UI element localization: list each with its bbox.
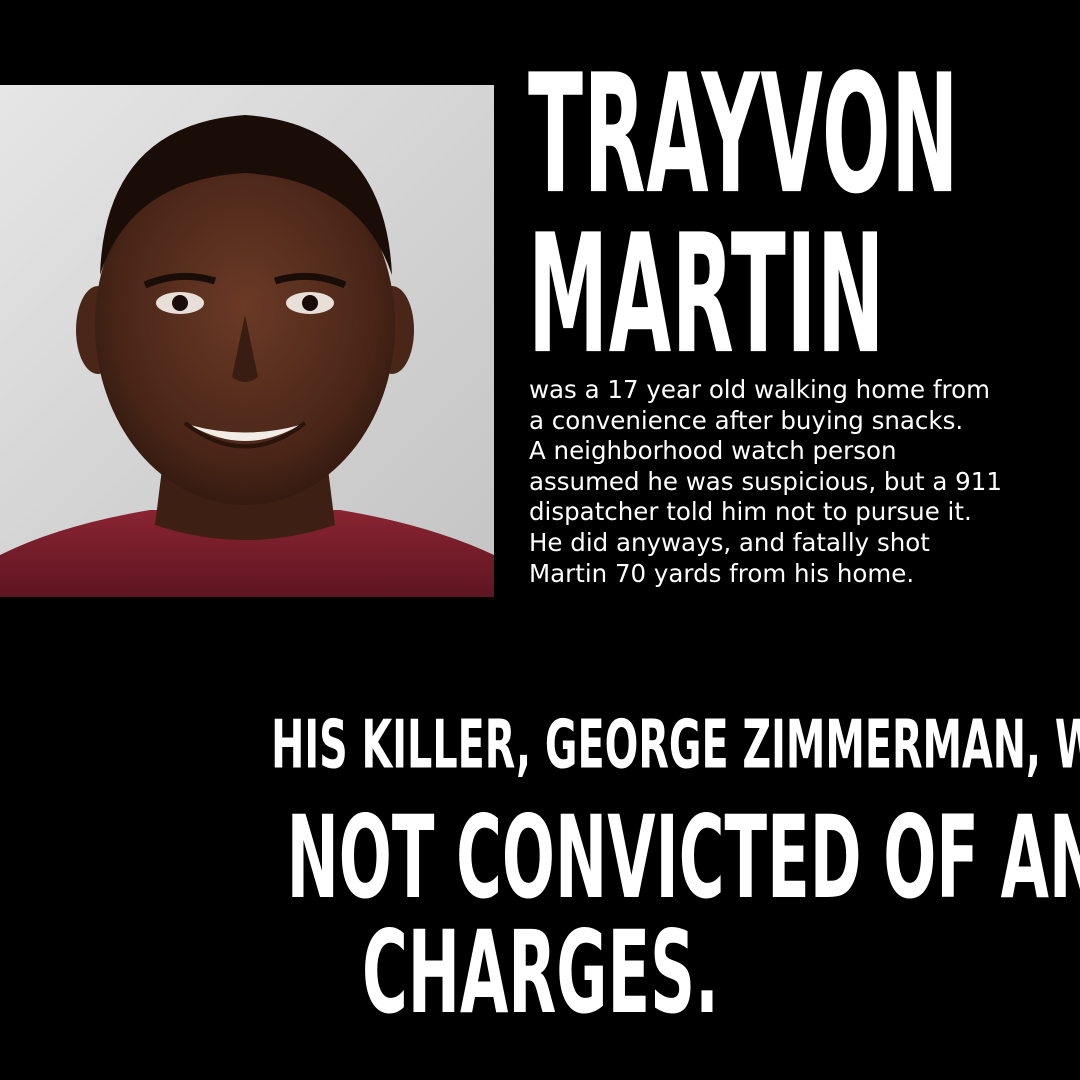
statement-text: HIS KILLER, GEORGE ZIMMERMAN, WAS — [271, 706, 1080, 785]
name-first: TRAYVON — [528, 38, 960, 230]
statement-line-1: HIS KILLER, GEORGE ZIMMERMAN, WAS — [0, 706, 1080, 785]
statement-text: CHARGES. — [361, 905, 719, 1040]
story-line: a convenience after buying snacks. — [529, 405, 964, 435]
story-line: He did anyways, and fatally shot — [529, 527, 930, 557]
poster: TRAYVON MARTIN was a 17 year old walking… — [0, 0, 1080, 1080]
story-line: assumed he was suspicious, but a 911 — [529, 466, 1002, 496]
story-line: was a 17 year old walking home from — [529, 375, 990, 404]
portrait-photo — [0, 85, 494, 597]
story-paragraph: was a 17 year old walking home from a co… — [529, 375, 1080, 589]
statement-text: NOT CONVICTED OF ANY — [286, 790, 1080, 925]
story-line: A neighborhood watch person — [529, 436, 897, 466]
story-line: dispatcher told him not to pursue it. — [529, 497, 972, 527]
portrait-illustration — [0, 115, 494, 597]
name-last: MARTIN — [528, 198, 885, 390]
statement-line-2: NOT CONVICTED OF ANY — [0, 800, 1080, 914]
story-line: Martin 70 yards from his home. — [529, 558, 915, 588]
statement-line-3: CHARGES. — [0, 915, 1080, 1029]
